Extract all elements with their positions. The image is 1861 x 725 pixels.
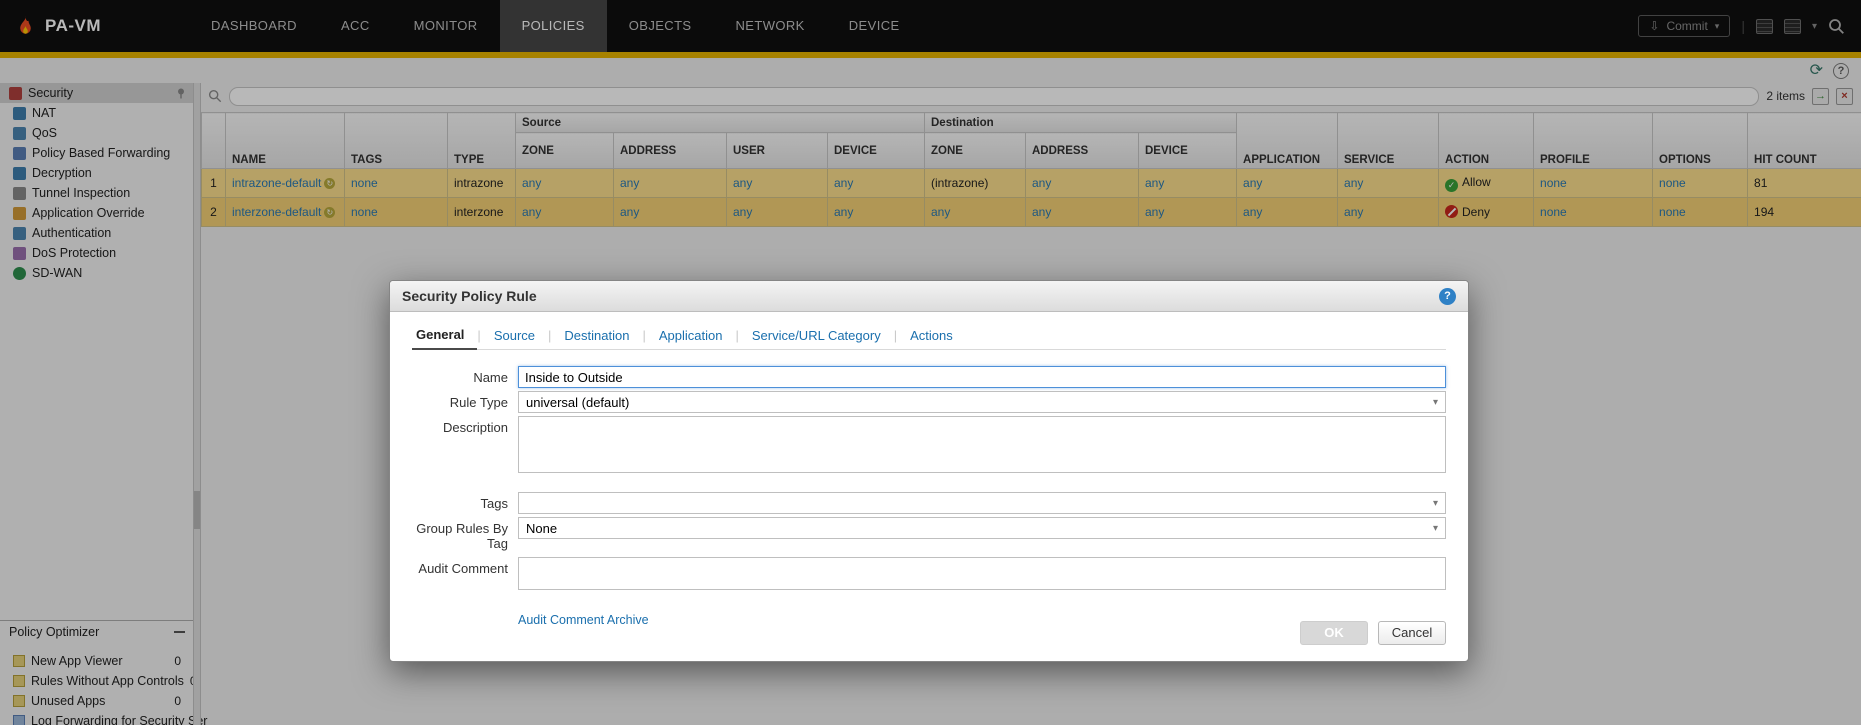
- chevron-down-icon: ▾: [1433, 498, 1438, 509]
- tab-source[interactable]: Source: [481, 328, 548, 349]
- dialog-buttons: OK Cancel: [1300, 621, 1446, 645]
- pa-vm-app: PA-VM DASHBOARD ACC MONITOR POLICIES OBJ…: [0, 0, 1861, 725]
- dialog-title: Security Policy Rule: [402, 288, 537, 304]
- security-policy-rule-dialog: Security Policy Rule ? General | Source …: [389, 280, 1469, 662]
- tab-application[interactable]: Application: [646, 328, 736, 349]
- group-rules-by-tag-select[interactable]: None ▾: [518, 517, 1446, 539]
- tags-select[interactable]: ▾: [518, 492, 1446, 514]
- name-field[interactable]: [518, 366, 1446, 388]
- audit-comment-label: Audit Comment: [412, 557, 518, 576]
- dialog-help-icon[interactable]: ?: [1439, 288, 1456, 305]
- description-field[interactable]: [518, 416, 1446, 473]
- tab-service-url-category[interactable]: Service/URL Category: [739, 328, 894, 349]
- chevron-down-icon: ▾: [1433, 523, 1438, 534]
- rule-type-select[interactable]: universal (default) ▾: [518, 391, 1446, 413]
- chevron-down-icon: ▾: [1433, 397, 1438, 408]
- description-label: Description: [412, 416, 518, 435]
- rule-type-label: Rule Type: [412, 391, 518, 410]
- dialog-tabs: General | Source | Destination | Applica…: [412, 324, 1446, 350]
- tags-label: Tags: [412, 492, 518, 511]
- rule-type-value: universal (default): [526, 395, 629, 410]
- tab-destination[interactable]: Destination: [551, 328, 642, 349]
- name-label: Name: [412, 366, 518, 385]
- group-rules-by-tag-label: Group Rules By Tag: [412, 517, 518, 551]
- audit-comment-field[interactable]: [518, 557, 1446, 590]
- cancel-button[interactable]: Cancel: [1378, 621, 1446, 645]
- ok-button[interactable]: OK: [1300, 621, 1368, 645]
- audit-comment-archive-link[interactable]: Audit Comment Archive: [518, 613, 649, 627]
- dialog-titlebar: Security Policy Rule ?: [390, 281, 1468, 312]
- tab-general[interactable]: General: [412, 327, 477, 350]
- tab-actions[interactable]: Actions: [897, 328, 966, 349]
- group-rules-by-tag-value: None: [526, 521, 557, 536]
